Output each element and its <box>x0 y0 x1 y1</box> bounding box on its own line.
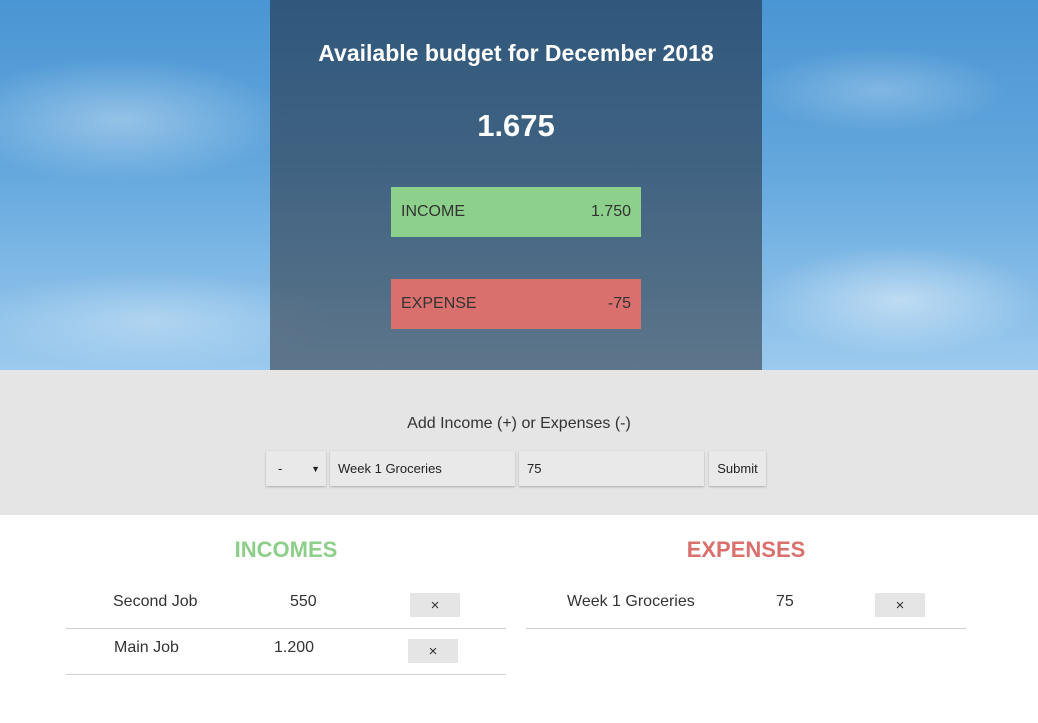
close-icon: × <box>428 642 438 660</box>
add-entry-title: Add Income (+) or Expenses (-) <box>407 415 631 432</box>
type-select[interactable]: - ▼ <box>266 451 326 486</box>
add-entry-bar: Add Income (+) or Expenses (-) - ▼ Week … <box>0 370 1038 515</box>
delete-expense-button[interactable]: × <box>875 593 925 617</box>
income-value: 1.750 <box>590 203 631 220</box>
caret-down-icon: ▼ <box>311 463 320 474</box>
type-select-value: - <box>278 461 283 476</box>
value-input[interactable]: 75 <box>519 451 704 486</box>
expense-value: 75 <box>776 593 794 610</box>
income-label: INCOME <box>401 203 465 220</box>
close-icon: × <box>430 596 440 614</box>
expense-value: -75 <box>607 295 631 312</box>
incomes-title: INCOMES <box>234 537 338 562</box>
description-input[interactable]: Week 1 Groceries <box>330 451 515 486</box>
income-value: 1.200 <box>274 639 315 656</box>
budget-value: 1.675 <box>477 108 555 143</box>
delete-income-button[interactable]: × <box>408 639 458 663</box>
expense-summary: EXPENSE -75 <box>391 279 641 329</box>
budget-title: Available budget for December 2018 <box>318 40 714 66</box>
income-row: Main Job 1.200 × <box>66 629 506 675</box>
budget-panel: Available budget for December 2018 1.675… <box>270 0 762 370</box>
delete-income-button[interactable]: × <box>410 593 460 617</box>
expense-row: Week 1 Groceries 75 × <box>526 583 966 629</box>
expense-description: Week 1 Groceries <box>567 593 695 610</box>
income-description: Second Job <box>113 593 198 610</box>
income-value: 550 <box>290 593 317 610</box>
expenses-title: EXPENSES <box>686 537 806 562</box>
close-icon: × <box>895 596 905 614</box>
income-description: Main Job <box>114 639 179 656</box>
income-row: Second Job 550 × <box>66 583 506 629</box>
expense-label: EXPENSE <box>401 295 477 312</box>
income-summary: INCOME 1.750 <box>391 187 641 237</box>
submit-button[interactable]: Submit <box>709 451 766 486</box>
